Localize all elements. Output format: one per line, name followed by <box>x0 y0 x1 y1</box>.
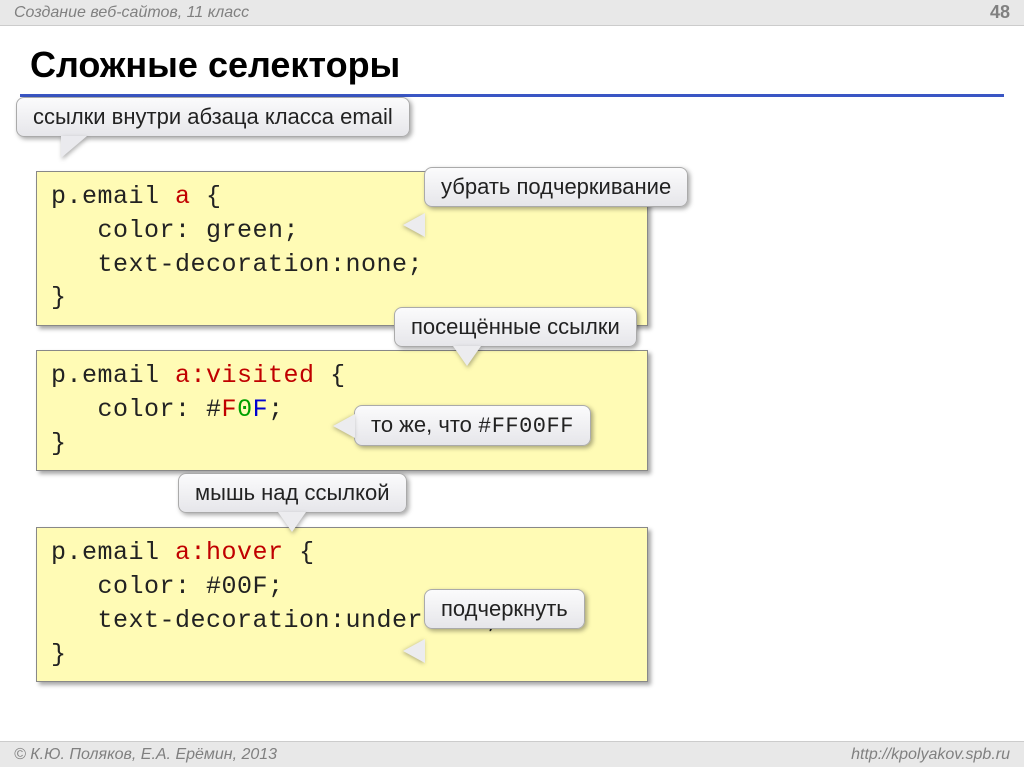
callout-same-as-ff00ff: то же, что #FF00FF <box>354 405 591 446</box>
authors-label: © К.Ю. Поляков, Е.А. Ерёмин, 2013 <box>14 746 277 764</box>
callout-text: убрать подчеркивание <box>441 174 671 199</box>
callout-mouse-over-link: мышь над ссылкой <box>178 473 407 513</box>
callout-text: то же, что <box>371 412 478 437</box>
slide-body: ссылки внутри абзаца класса email p.emai… <box>0 97 1024 682</box>
callout-tail-icon <box>333 414 355 438</box>
callout-visited-links: посещённые ссылки <box>394 307 637 347</box>
code-line: p.email a:hover { <box>51 536 633 570</box>
course-label: Создание веб-сайтов, 11 класс <box>14 4 249 22</box>
code-line: p.email a:visited { <box>51 359 633 393</box>
selector-a-visited: a:visited <box>175 361 315 390</box>
callout-links-inside-email-paragraph: ссылки внутри абзаца класса email <box>16 97 410 137</box>
slide-header: Создание веб-сайтов, 11 класс 48 <box>0 0 1024 26</box>
callout-text: посещённые ссылки <box>411 314 620 339</box>
callout-tail-icon <box>403 213 425 237</box>
callout-underline: подчеркнуть <box>424 589 585 629</box>
code-line: color: green; <box>51 214 633 248</box>
selector-a-hover: a:hover <box>175 538 284 567</box>
callout-tail-icon <box>453 346 481 366</box>
callout-tail-icon <box>61 136 87 158</box>
slide-title: Сложные селекторы <box>0 26 1024 94</box>
code-line: text-decoration:none; <box>51 248 633 282</box>
callout-text: подчеркнуть <box>441 596 568 621</box>
callout-remove-underline: убрать подчеркивание <box>424 167 688 207</box>
callout-tail-icon <box>278 512 306 532</box>
callout-tail-icon <box>403 639 425 663</box>
callout-text: мышь над ссылкой <box>195 480 390 505</box>
slide-footer: © К.Ю. Поляков, Е.А. Ерёмин, 2013 http:/… <box>0 741 1024 767</box>
footer-url: http://kpolyakov.spb.ru <box>851 746 1010 764</box>
hex-code: #FF00FF <box>478 414 574 439</box>
selector-a: a <box>175 182 191 211</box>
callout-text: ссылки внутри абзаца класса email <box>33 104 393 129</box>
code-line: } <box>51 638 633 672</box>
page-number: 48 <box>990 2 1010 23</box>
